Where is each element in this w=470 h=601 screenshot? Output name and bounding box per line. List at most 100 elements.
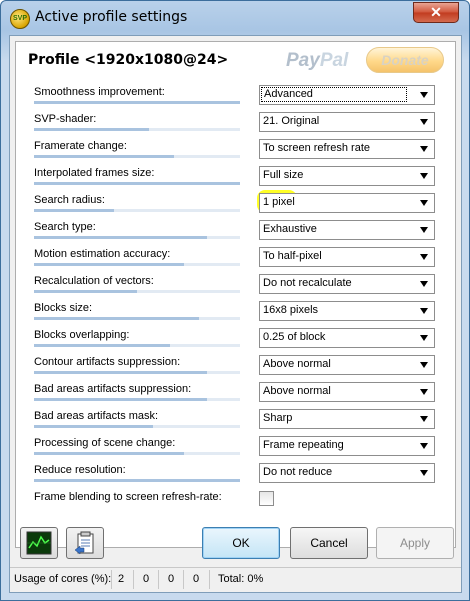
chevron-down-icon <box>420 119 428 125</box>
dropdown-value: Above normal <box>263 358 331 370</box>
setting-dropdown-search-radius[interactable]: 1 pixel <box>259 193 435 213</box>
setting-dropdown-blocks-overlapping[interactable]: 0.25 of block <box>259 328 435 348</box>
setting-level-bar <box>34 344 240 347</box>
setting-level-bar <box>34 398 240 401</box>
donate-button[interactable]: Donate <box>366 47 444 73</box>
setting-row-search-radius: Search radius: 1 pixel <box>16 190 455 217</box>
setting-level-fill <box>34 344 170 347</box>
setting-level-fill <box>34 209 115 212</box>
status-separator <box>183 570 184 589</box>
frame-blending-row: Frame blending to screen refresh-rate: <box>16 487 455 514</box>
setting-label: Recalculation of vectors: <box>34 275 154 287</box>
setting-level-fill <box>34 452 185 455</box>
setting-dropdown-recalculation[interactable]: Do not recalculate <box>259 274 435 294</box>
dropdown-value: To half-pixel <box>263 250 322 262</box>
chevron-down-icon <box>420 146 428 152</box>
chevron-down-icon <box>420 227 428 233</box>
setting-dropdown-frames-size[interactable]: Full size <box>259 166 435 186</box>
setting-dropdown-bad-areas-suppression[interactable]: Above normal <box>259 382 435 402</box>
window-title: Active profile settings <box>35 9 188 25</box>
title-bar[interactable]: SVP Active profile settings ✕ <box>1 1 469 35</box>
setting-level-fill <box>34 182 240 185</box>
setting-dropdown-svp-shader[interactable]: 21. Original <box>259 112 435 132</box>
ok-button[interactable]: OK <box>202 527 280 559</box>
setting-label: Bad areas artifacts suppression: <box>34 383 192 395</box>
setting-label: Search radius: <box>34 194 105 206</box>
core-4-usage: 0 <box>193 573 200 585</box>
dropdown-value: Above normal <box>263 385 331 397</box>
core-1-usage: 2 <box>118 573 125 585</box>
setting-label: Framerate change: <box>34 140 127 152</box>
setting-level-fill <box>34 128 150 131</box>
setting-label: Bad areas artifacts mask: <box>34 410 159 422</box>
setting-row-frames-size: Interpolated frames size: Full size <box>16 163 455 190</box>
setting-row-recalculation: Recalculation of vectors: Do not recalcul… <box>16 271 455 298</box>
frame-blending-checkbox[interactable] <box>259 491 274 506</box>
setting-level-bar <box>34 479 240 482</box>
setting-row-motion-accuracy: Motion estimation accuracy: To half-pixel <box>16 244 455 271</box>
status-separator <box>158 570 159 589</box>
apply-button[interactable]: Apply <box>376 527 454 559</box>
dropdown-value: Do not reduce <box>263 466 333 478</box>
chevron-down-icon <box>420 416 428 422</box>
setting-level-bar <box>34 128 240 131</box>
setting-level-fill <box>34 479 240 482</box>
setting-label: Blocks size: <box>34 302 93 314</box>
close-button[interactable]: ✕ <box>413 2 459 23</box>
clipboard-button[interactable] <box>66 527 104 559</box>
setting-dropdown-bad-areas-mask[interactable]: Sharp <box>259 409 435 429</box>
dropdown-value: To screen refresh rate <box>263 142 370 154</box>
setting-dropdown-framerate-change[interactable]: To screen refresh rate <box>259 139 435 159</box>
setting-level-bar <box>34 155 240 158</box>
setting-dropdown-blocks-size[interactable]: 16x8 pixels <box>259 301 435 321</box>
total-usage: Total: 0% <box>218 573 264 585</box>
setting-row-bad-areas-mask: Bad areas artifacts mask: Sharp <box>16 406 455 433</box>
setting-level-bar <box>34 452 240 455</box>
setting-dropdown-scene-change[interactable]: Frame repeating <box>259 436 435 456</box>
setting-dropdown-motion-accuracy[interactable]: To half-pixel <box>259 247 435 267</box>
setting-level-fill <box>34 425 154 428</box>
core-3-usage: 0 <box>168 573 175 585</box>
dropdown-value: Exhaustive <box>263 223 317 235</box>
setting-label: Processing of scene change: <box>34 437 176 449</box>
setting-level-fill <box>34 236 208 239</box>
cores-usage-label: Usage of cores (%): <box>14 573 112 585</box>
setting-level-bar <box>34 290 240 293</box>
chevron-down-icon <box>420 173 428 179</box>
paypal-logo[interactable]: PayPal <box>286 50 348 72</box>
setting-level-fill <box>34 263 185 266</box>
setting-level-fill <box>34 290 137 293</box>
cancel-button[interactable]: Cancel <box>290 527 368 559</box>
setting-dropdown-smoothness[interactable]: Advanced <box>259 85 435 105</box>
setting-row-scene-change: Processing of scene change: Frame repeati… <box>16 433 455 460</box>
dropdown-value: Advanced <box>261 87 407 102</box>
chevron-down-icon <box>420 389 428 395</box>
dropdown-value: 16x8 pixels <box>263 304 319 316</box>
clipboard-icon <box>74 531 94 555</box>
dropdown-value: 21. Original <box>263 115 320 127</box>
client-area: Profile <1920x1080@24> PayPal Donate Smo… <box>9 35 462 593</box>
chevron-down-icon <box>420 335 428 341</box>
setting-level-fill <box>34 101 240 104</box>
setting-dropdown-contour-artifacts[interactable]: Above normal <box>259 355 435 375</box>
setting-row-contour-artifacts: Contour artifacts suppression: Above norm… <box>16 352 455 379</box>
setting-row-bad-areas-suppression: Bad areas artifacts suppression: Above no… <box>16 379 455 406</box>
chevron-down-icon <box>420 200 428 206</box>
setting-dropdown-search-type[interactable]: Exhaustive <box>259 220 435 240</box>
paypal-logo-pal: Pal <box>319 50 349 71</box>
graph-icon <box>26 531 52 555</box>
chevron-down-icon <box>420 443 428 449</box>
graph-button[interactable] <box>20 527 58 559</box>
dropdown-value: 0.25 of block <box>263 331 326 343</box>
setting-level-bar <box>34 182 240 185</box>
setting-dropdown-reduce-resolution[interactable]: Do not reduce <box>259 463 435 483</box>
setting-row-framerate-change: Framerate change: To screen refresh rate <box>16 136 455 163</box>
status-bar: Usage of cores (%): 2 0 0 0 Total: 0% <box>10 567 461 592</box>
chevron-down-icon <box>420 92 428 98</box>
setting-level-bar <box>34 101 240 104</box>
setting-level-bar <box>34 263 240 266</box>
status-separator <box>133 570 134 589</box>
dropdown-value: Do not recalculate <box>263 277 352 289</box>
setting-label: Interpolated frames size: <box>34 167 155 179</box>
setting-label: Search type: <box>34 221 96 233</box>
